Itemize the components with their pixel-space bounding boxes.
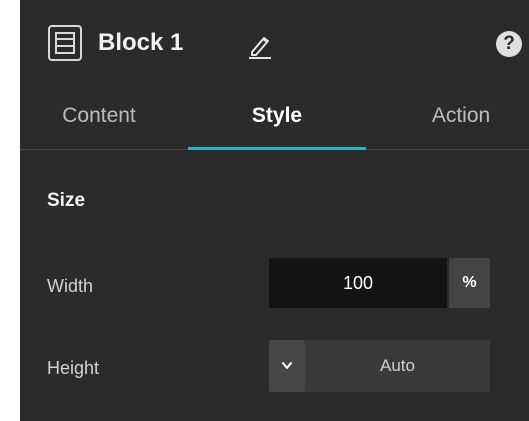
height-mode-toggle[interactable]	[269, 340, 305, 392]
pencil-icon[interactable]	[246, 30, 274, 60]
style-panel: Block 1 ? Content Style Action Size Widt…	[20, 0, 529, 421]
tab-bar: Content Style Action	[20, 86, 529, 150]
panel-header: Block 1 ?	[20, 0, 529, 86]
style-settings: Size Width 100 % Height Auto	[20, 150, 529, 421]
width-unit-button[interactable]: %	[449, 258, 490, 308]
size-section-title: Size	[47, 190, 86, 211]
height-label: Height	[47, 358, 100, 378]
block-layout-icon-inner	[55, 32, 75, 54]
tab-style[interactable]: Style	[188, 86, 366, 146]
height-value-select[interactable]: Auto	[305, 340, 490, 392]
block-layout-icon	[48, 25, 82, 61]
width-label: Width	[47, 276, 94, 296]
chevron-down-icon	[282, 362, 292, 369]
tab-content[interactable]: Content	[38, 86, 160, 146]
question-circle-icon[interactable]: ?	[496, 31, 522, 57]
block-title: Block 1	[98, 29, 184, 56]
width-input[interactable]: 100	[269, 258, 447, 308]
pencil-icon-svg	[249, 37, 271, 59]
tab-action[interactable]: Action	[405, 86, 517, 146]
